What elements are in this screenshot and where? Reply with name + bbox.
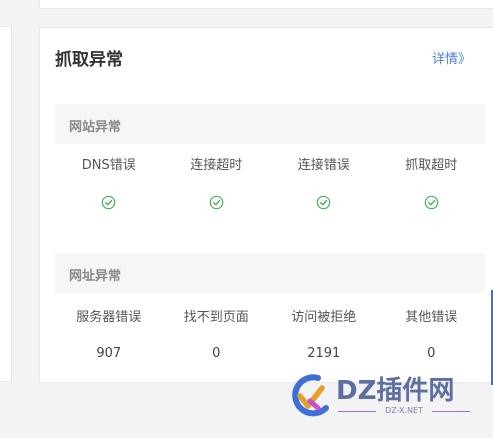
url-errors-header: 网址异常 [55,253,485,293]
status-crawl-timeout [378,195,486,214]
crawl-errors-card: 抓取异常 详情》 网站异常 DNS错误 连接超时 连接错误 抓取超时 网址异常 … [39,27,493,383]
col-connect-error: 连接错误 [297,158,350,173]
status-dns-error [55,195,163,214]
status-connect-timeout [163,195,271,214]
col-access-denied: 访问被拒绝 [291,310,357,325]
col-server-error: 服务器错误 [76,310,142,325]
check-circle-icon [424,195,439,210]
check-circle-icon [101,195,116,210]
left-card-fragment [0,26,12,382]
watermark-brand: DZ插件网 [336,376,455,406]
card-title: 抓取异常 [55,50,123,70]
url-errors-header-label: 网址异常 [69,269,122,284]
col-connect-timeout: 连接超时 [190,158,243,173]
value-not-found: 0 [212,346,221,361]
site-errors-header-label: 网站异常 [69,120,122,135]
watermark-logo-icon [292,374,329,417]
value-server-error: 907 [96,346,122,361]
details-link[interactable]: 详情》 [432,48,471,67]
col-other-error: 其他错误 [405,310,458,325]
page: 抓取异常 详情》 网站异常 DNS错误 连接超时 连接错误 抓取超时 网址异常 … [0,0,493,438]
site-errors-labels: DNS错误 连接超时 连接错误 抓取超时 [55,154,485,173]
site-errors-status [55,195,485,214]
check-circle-icon [209,195,224,210]
col-dns-error: DNS错误 [81,158,136,173]
status-connect-error [270,195,378,214]
value-other-error: 0 [427,346,436,361]
url-errors-values: 907 0 2191 0 [55,346,485,361]
col-crawl-timeout: 抓取超时 [405,158,458,173]
url-errors-labels: 服务器错误 找不到页面 访问被拒绝 其他错误 [55,306,485,325]
upper-card-fragment [39,0,493,9]
check-circle-icon [316,195,331,210]
watermark: DZ插件网 DZ-X.NET [286,368,486,426]
value-access-denied: 2191 [307,346,341,361]
site-errors-header: 网站异常 [55,104,485,144]
col-not-found: 找不到页面 [183,310,249,325]
watermark-domain: DZ-X.NET [385,406,423,415]
